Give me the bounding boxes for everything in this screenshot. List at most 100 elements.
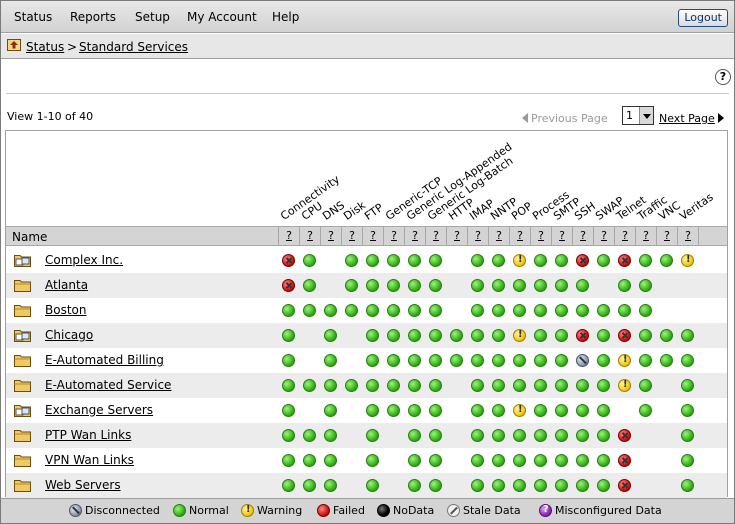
- status-normal-icon[interactable]: [597, 329, 610, 342]
- status-normal-icon[interactable]: [429, 329, 442, 342]
- column-help-link-veritas[interactable]: ?: [678, 229, 698, 242]
- status-normal-icon[interactable]: [639, 404, 652, 417]
- status-normal-icon[interactable]: [471, 404, 484, 417]
- status-normal-icon[interactable]: [450, 329, 463, 342]
- group-icon[interactable]: [14, 403, 31, 417]
- status-normal-icon[interactable]: [576, 404, 589, 417]
- status-normal-icon[interactable]: [408, 279, 421, 292]
- status-normal-icon[interactable]: [303, 454, 316, 467]
- status-normal-icon[interactable]: [681, 479, 694, 492]
- status-normal-icon[interactable]: [303, 304, 316, 317]
- status-normal-icon[interactable]: [282, 354, 295, 367]
- status-normal-icon[interactable]: [429, 479, 442, 492]
- status-normal-icon[interactable]: [513, 354, 526, 367]
- status-normal-icon[interactable]: [282, 329, 295, 342]
- column-help-link-generic-log-appended[interactable]: ?: [405, 229, 425, 242]
- status-normal-icon[interactable]: [660, 329, 673, 342]
- status-normal-icon[interactable]: [555, 279, 568, 292]
- row-name-link[interactable]: Boston: [45, 303, 86, 317]
- menu-setup[interactable]: Setup: [135, 10, 170, 24]
- status-normal-icon[interactable]: [681, 404, 694, 417]
- column-help-link-connectivity[interactable]: ?: [279, 229, 299, 242]
- status-normal-icon[interactable]: [534, 429, 547, 442]
- column-help-link-imap[interactable]: ?: [468, 229, 488, 242]
- row-name-link[interactable]: VPN Wan Links: [45, 453, 134, 467]
- status-normal-icon[interactable]: [471, 254, 484, 267]
- menu-status[interactable]: Status: [14, 10, 52, 24]
- status-normal-icon[interactable]: [492, 379, 505, 392]
- folder-icon[interactable]: [14, 278, 31, 292]
- status-normal-icon[interactable]: [555, 304, 568, 317]
- row-name-link[interactable]: Chicago: [45, 328, 93, 342]
- status-normal-icon[interactable]: [366, 454, 379, 467]
- column-help-link-swap[interactable]: ?: [594, 229, 614, 242]
- status-normal-icon[interactable]: [345, 254, 358, 267]
- status-normal-icon[interactable]: [471, 279, 484, 292]
- status-normal-icon[interactable]: [303, 429, 316, 442]
- status-normal-icon[interactable]: [513, 479, 526, 492]
- status-failed-icon[interactable]: [618, 429, 631, 442]
- status-normal-icon[interactable]: [492, 454, 505, 467]
- status-normal-icon[interactable]: [429, 279, 442, 292]
- status-normal-icon[interactable]: [324, 429, 337, 442]
- status-normal-icon[interactable]: [597, 429, 610, 442]
- status-normal-icon[interactable]: [492, 254, 505, 267]
- status-normal-icon[interactable]: [597, 454, 610, 467]
- status-normal-icon[interactable]: [639, 304, 652, 317]
- row-name-link[interactable]: Exchange Servers: [45, 403, 153, 417]
- folder-icon[interactable]: [14, 303, 31, 317]
- status-normal-icon[interactable]: [429, 354, 442, 367]
- status-normal-icon[interactable]: [513, 454, 526, 467]
- status-normal-icon[interactable]: [639, 354, 652, 367]
- menu-help[interactable]: Help: [272, 10, 299, 24]
- group-icon[interactable]: [14, 253, 31, 267]
- status-normal-icon[interactable]: [555, 254, 568, 267]
- row-name-link[interactable]: Atlanta: [45, 278, 88, 292]
- status-normal-icon[interactable]: [492, 479, 505, 492]
- logout-button[interactable]: Logout: [678, 9, 728, 27]
- folder-icon[interactable]: [14, 428, 31, 442]
- status-normal-icon[interactable]: [534, 404, 547, 417]
- name-column-header[interactable]: Name: [12, 230, 47, 244]
- status-normal-icon[interactable]: [534, 304, 547, 317]
- status-normal-icon[interactable]: [324, 454, 337, 467]
- status-normal-icon[interactable]: [303, 379, 316, 392]
- status-warning-icon[interactable]: [513, 329, 526, 342]
- status-normal-icon[interactable]: [408, 304, 421, 317]
- status-normal-icon[interactable]: [597, 254, 610, 267]
- status-normal-icon[interactable]: [366, 279, 379, 292]
- status-normal-icon[interactable]: [492, 279, 505, 292]
- row-name-link[interactable]: Web Servers: [45, 478, 121, 492]
- status-normal-icon[interactable]: [303, 254, 316, 267]
- status-normal-icon[interactable]: [366, 354, 379, 367]
- column-help-link-http[interactable]: ?: [447, 229, 467, 242]
- folder-icon[interactable]: [14, 378, 31, 392]
- status-normal-icon[interactable]: [282, 479, 295, 492]
- column-help-link-generic-log-batch[interactable]: ?: [426, 229, 446, 242]
- status-normal-icon[interactable]: [324, 354, 337, 367]
- status-normal-icon[interactable]: [429, 454, 442, 467]
- status-normal-icon[interactable]: [618, 304, 631, 317]
- status-normal-icon[interactable]: [555, 479, 568, 492]
- column-help-link-ftp[interactable]: ?: [363, 229, 383, 242]
- status-normal-icon[interactable]: [366, 429, 379, 442]
- status-normal-icon[interactable]: [513, 429, 526, 442]
- status-normal-icon[interactable]: [408, 479, 421, 492]
- column-help-link-ssh[interactable]: ?: [573, 229, 593, 242]
- status-normal-icon[interactable]: [345, 379, 358, 392]
- status-normal-icon[interactable]: [534, 254, 547, 267]
- status-normal-icon[interactable]: [639, 329, 652, 342]
- status-normal-icon[interactable]: [639, 254, 652, 267]
- help-icon[interactable]: ?: [715, 69, 731, 85]
- menu-my-account[interactable]: My Account: [187, 10, 257, 24]
- status-normal-icon[interactable]: [471, 479, 484, 492]
- status-normal-icon[interactable]: [681, 429, 694, 442]
- status-normal-icon[interactable]: [471, 329, 484, 342]
- status-normal-icon[interactable]: [282, 379, 295, 392]
- status-normal-icon[interactable]: [429, 429, 442, 442]
- status-normal-icon[interactable]: [597, 354, 610, 367]
- status-normal-icon[interactable]: [471, 429, 484, 442]
- status-normal-icon[interactable]: [660, 354, 673, 367]
- status-normal-icon[interactable]: [366, 329, 379, 342]
- status-normal-icon[interactable]: [681, 454, 694, 467]
